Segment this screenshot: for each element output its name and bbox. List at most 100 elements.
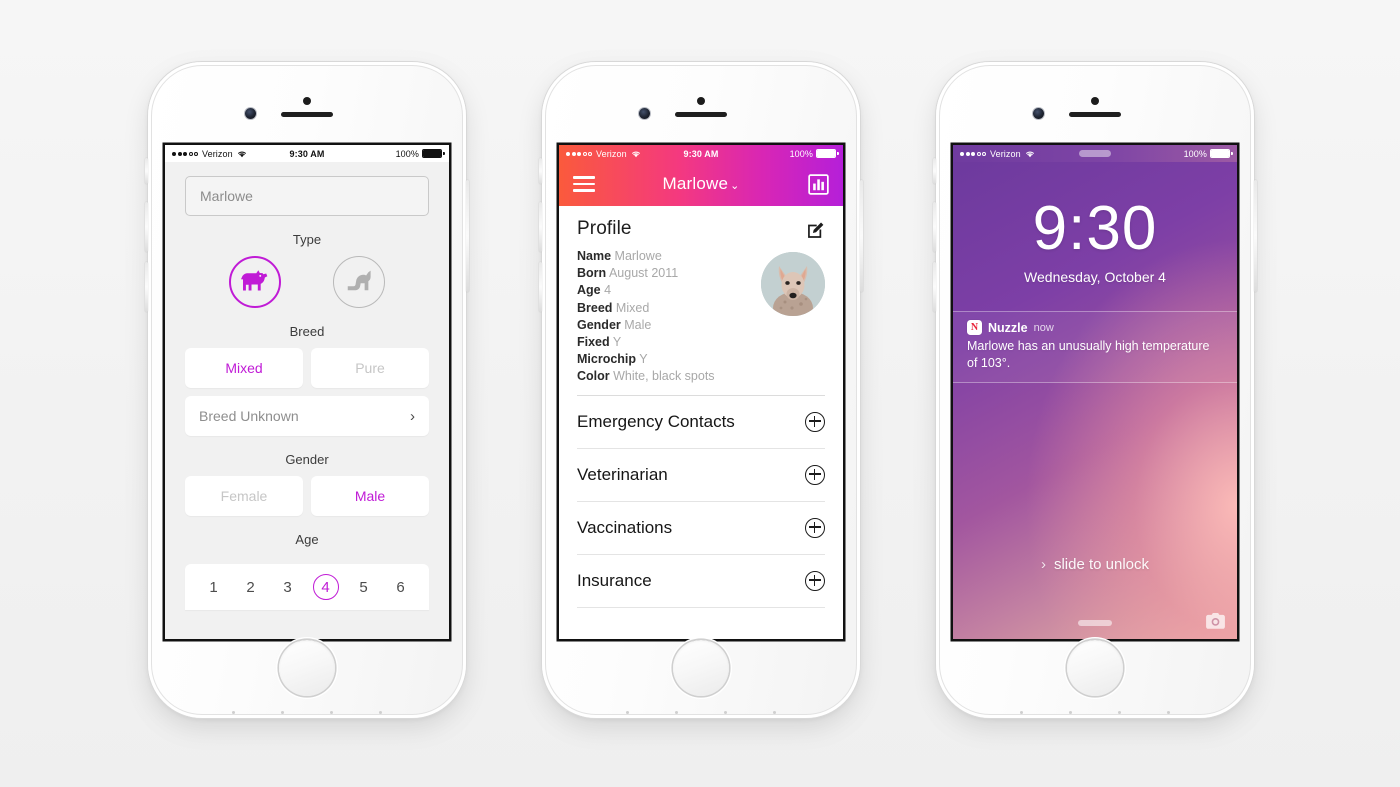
age-picker[interactable]: 1 2 3 4 5 6 bbox=[185, 564, 429, 610]
power-button[interactable] bbox=[860, 180, 863, 292]
home-button[interactable] bbox=[279, 640, 335, 696]
nav-title-label: Marlowe bbox=[662, 174, 729, 193]
phone-device-form: Verizon 9:30 AM 100% Marlowe Type Breed … bbox=[145, 59, 469, 721]
section-veterinarian[interactable]: Veterinarian bbox=[577, 449, 825, 502]
wifi-icon bbox=[1025, 151, 1034, 157]
volume-up-button[interactable] bbox=[933, 202, 936, 252]
battery-percent-label: 100% bbox=[1183, 148, 1207, 159]
breed-option-pure[interactable]: Pure bbox=[311, 348, 429, 388]
info-value: Y bbox=[612, 335, 622, 350]
pet-profile-form: Marlowe Type Breed Mixed Pure Breed Unkn… bbox=[165, 162, 449, 639]
plus-circle-icon[interactable] bbox=[805, 464, 825, 485]
info-value: 4 bbox=[604, 283, 612, 298]
info-value: Marlowe bbox=[614, 249, 662, 263]
cat-icon bbox=[347, 270, 371, 291]
pet-name-input[interactable]: Marlowe bbox=[185, 176, 429, 216]
volume-up-button[interactable] bbox=[539, 202, 542, 252]
breed-section-label: Breed bbox=[289, 324, 325, 339]
age-option[interactable]: 1 bbox=[202, 575, 226, 599]
gender-section-label: Gender bbox=[285, 452, 329, 467]
info-value: Y bbox=[639, 352, 648, 367]
avatar bbox=[761, 252, 825, 316]
silent-switch[interactable] bbox=[145, 158, 148, 184]
info-row: Name Marlowe bbox=[577, 248, 761, 265]
dog-photo-avatar bbox=[761, 252, 825, 316]
power-button[interactable] bbox=[1254, 180, 1257, 292]
hamburger-menu-icon[interactable] bbox=[573, 176, 595, 192]
phone-device-profile: Verizon 9:30 AM 100% Marlowe ⌄ Profile N… bbox=[539, 59, 863, 721]
home-button[interactable] bbox=[1067, 640, 1123, 696]
section-emergency-contacts[interactable]: Emergency Contacts bbox=[577, 396, 825, 449]
slide-to-unlock[interactable]: › slide to unlock bbox=[953, 556, 1237, 573]
chevron-right-icon: › bbox=[410, 407, 415, 425]
front-camera-icon bbox=[1033, 108, 1044, 119]
plus-circle-icon[interactable] bbox=[805, 517, 825, 538]
section-insurance[interactable]: Insurance bbox=[577, 555, 825, 608]
type-section-label: Type bbox=[292, 232, 322, 247]
power-button[interactable] bbox=[466, 180, 469, 292]
plus-circle-icon[interactable] bbox=[805, 570, 825, 591]
dog-icon bbox=[241, 270, 268, 291]
type-options bbox=[185, 256, 429, 308]
bottom-speaker-ports bbox=[232, 710, 382, 714]
type-option-cat[interactable] bbox=[333, 256, 385, 308]
home-button[interactable] bbox=[673, 640, 729, 696]
info-label: Gender bbox=[577, 317, 621, 332]
info-label: Age bbox=[577, 283, 601, 298]
section-label: Emergency Contacts bbox=[577, 411, 735, 431]
info-value: August 2011 bbox=[608, 266, 679, 281]
volume-down-button[interactable] bbox=[933, 262, 936, 312]
type-option-dog[interactable] bbox=[229, 256, 281, 308]
gender-option-female[interactable]: Female bbox=[185, 476, 303, 516]
status-right: 100% bbox=[395, 148, 445, 159]
notification-center-grabber[interactable] bbox=[1079, 150, 1111, 157]
section-label: Vaccinations bbox=[577, 517, 673, 537]
control-center-grabber[interactable] bbox=[1078, 620, 1112, 626]
carrier-label: Verizon bbox=[202, 148, 233, 159]
plus-circle-icon[interactable] bbox=[805, 411, 825, 432]
edit-pencil-icon[interactable] bbox=[807, 220, 825, 238]
battery-percent-label: 100% bbox=[395, 148, 419, 159]
phone3-screen: Verizon 100% 9:30 Wednesday, October 4 N… bbox=[953, 145, 1237, 639]
notification-app-name: Nuzzle bbox=[988, 320, 1028, 335]
status-left: Verizon bbox=[566, 149, 641, 159]
volume-down-button[interactable] bbox=[145, 262, 148, 312]
info-value: White, black spots bbox=[613, 369, 715, 384]
volume-down-button[interactable] bbox=[539, 262, 542, 312]
status-left: Verizon bbox=[172, 149, 247, 159]
age-section-label: Age bbox=[295, 532, 319, 547]
volume-up-button[interactable] bbox=[145, 202, 148, 252]
signal-strength-icon bbox=[960, 151, 986, 156]
status-right: 100% bbox=[1183, 148, 1233, 159]
age-option[interactable]: 3 bbox=[276, 575, 300, 599]
info-value: Male bbox=[624, 317, 652, 332]
age-option[interactable]: 2 bbox=[239, 575, 263, 599]
age-option[interactable]: 6 bbox=[389, 575, 413, 599]
breed-detail-row[interactable]: Breed Unknown › bbox=[185, 396, 429, 436]
info-label: Fixed bbox=[577, 335, 610, 350]
silent-switch[interactable] bbox=[539, 158, 542, 184]
profile-content: Profile Name Marlowe Born August 2011 Ag… bbox=[559, 206, 843, 639]
nav-right-actions bbox=[808, 173, 829, 195]
info-row: Age 4 bbox=[577, 282, 761, 299]
earpiece-speaker bbox=[675, 112, 727, 117]
phone2-status-bar: Verizon 9:30 AM 100% bbox=[559, 145, 843, 162]
notification-banner[interactable]: N Nuzzle now Marlowe has an unusually hi… bbox=[953, 311, 1237, 383]
profile-header-row: Profile bbox=[577, 206, 825, 248]
silent-switch[interactable] bbox=[933, 158, 936, 184]
gender-option-male[interactable]: Male bbox=[311, 476, 429, 516]
pet-info-block: Name Marlowe Born August 2011 Age 4 Bree… bbox=[577, 248, 825, 386]
proximity-sensor-icon bbox=[303, 97, 311, 105]
section-vaccinations[interactable]: Vaccinations bbox=[577, 502, 825, 555]
age-option[interactable]: 5 bbox=[352, 575, 376, 599]
phone1-status-bar: Verizon 9:30 AM 100% bbox=[165, 145, 449, 162]
bar-chart-icon[interactable] bbox=[808, 173, 829, 195]
info-value: Mixed bbox=[615, 300, 650, 315]
gender-options: Female Male bbox=[185, 476, 429, 516]
info-row: Fixed Y bbox=[577, 334, 761, 351]
camera-icon[interactable] bbox=[1206, 613, 1225, 629]
info-label: Born bbox=[577, 266, 607, 281]
breed-option-mixed[interactable]: Mixed bbox=[185, 348, 303, 388]
nav-title[interactable]: Marlowe ⌄ bbox=[559, 174, 843, 194]
age-option-selected[interactable]: 4 bbox=[312, 574, 339, 600]
